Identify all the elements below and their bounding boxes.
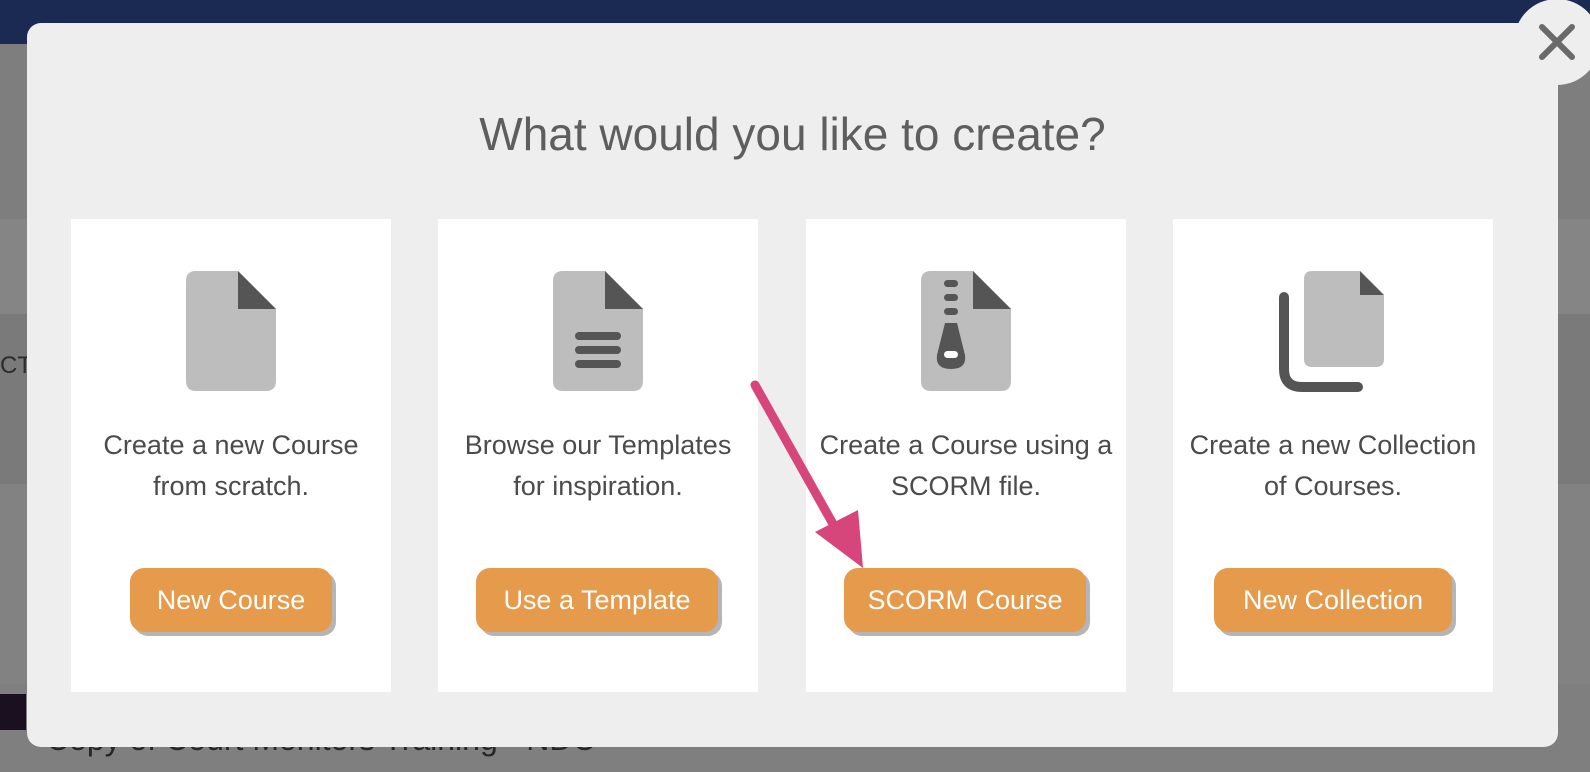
annotation-arrow — [750, 380, 863, 568]
